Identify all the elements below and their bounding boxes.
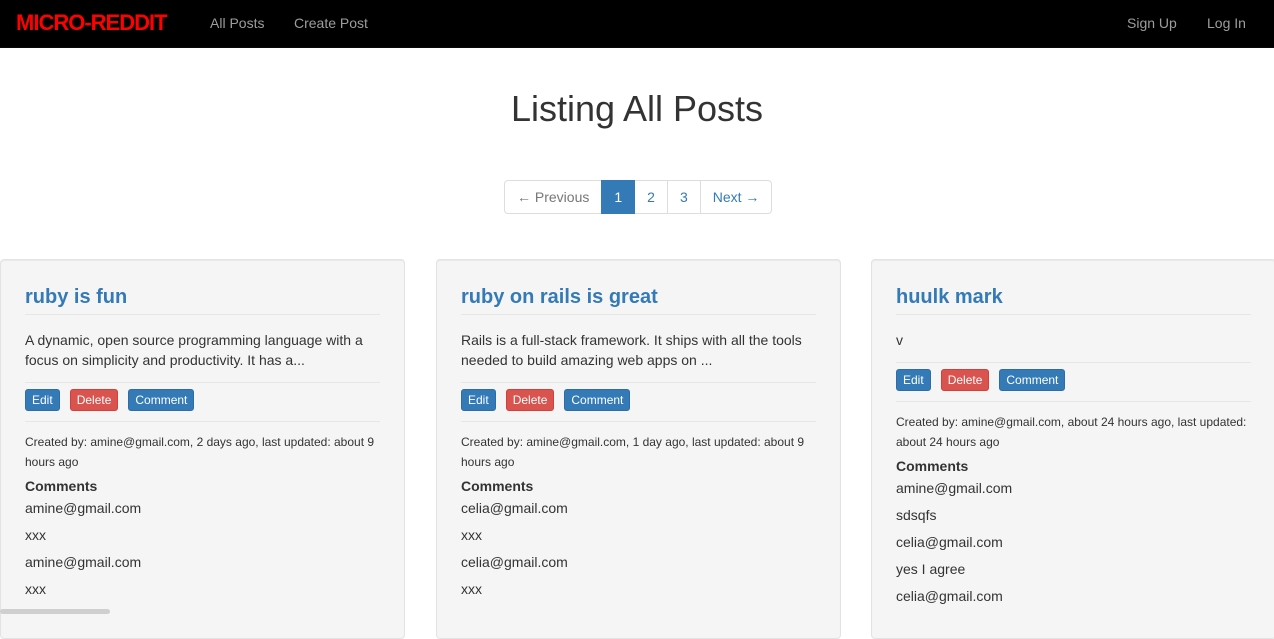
post-excerpt: v: [896, 330, 1251, 363]
comment-text: sdsqfs: [896, 507, 937, 523]
post-excerpt: Rails is a full-stack framework. It ship…: [461, 330, 816, 383]
post-actions: Edit Delete Comment: [461, 383, 816, 422]
pagination-page-3[interactable]: 3: [666, 180, 701, 214]
comment-author: amine@gmail.com: [896, 480, 1013, 496]
delete-button[interactable]: Delete: [940, 369, 990, 391]
edit-button[interactable]: Edit: [896, 369, 931, 391]
post-meta: Created by: amine@gmail.com, about 24 ho…: [896, 415, 1247, 449]
post-card-content: ruby is fun A dynamic, open source progr…: [25, 260, 380, 599]
comment-text: yes I agree: [896, 561, 966, 577]
delete-button[interactable]: Delete: [69, 389, 119, 411]
post-actions: Edit Delete Comment: [896, 363, 1251, 402]
comment-text: xxx: [25, 581, 46, 597]
comments-heading: Comments: [896, 458, 969, 474]
comment-button[interactable]: Comment: [128, 389, 195, 411]
comment-author: celia@gmail.com: [896, 588, 1003, 604]
post-title-link[interactable]: huulk mark: [896, 286, 1251, 315]
post-actions: Edit Delete Comment: [25, 383, 380, 422]
post-meta: Created by: amine@gmail.com, 2 days ago,…: [25, 435, 375, 469]
brand-logo-link[interactable]: MICRO-REDDIT: [16, 10, 168, 36]
post-excerpt: A dynamic, open source programming langu…: [25, 330, 380, 383]
pagination-page-1[interactable]: 1: [601, 180, 636, 214]
post-meta: Created by: amine@gmail.com, 1 day ago, …: [461, 435, 805, 469]
post-title-link[interactable]: ruby on rails is great: [461, 286, 816, 315]
edit-button[interactable]: Edit: [25, 389, 60, 411]
comment-author: celia@gmail.com: [896, 534, 1003, 550]
nav-all-posts-link[interactable]: All Posts: [210, 15, 264, 31]
comments-heading: Comments: [461, 478, 534, 494]
nav-sign-up-link[interactable]: Sign Up: [1127, 15, 1177, 31]
edit-button[interactable]: Edit: [461, 389, 496, 411]
horizontal-scrollbar-thumb[interactable]: [0, 609, 110, 614]
post-card-content: huulk mark v Edit Delete Comment Created…: [896, 260, 1251, 606]
comment-text: xxx: [461, 527, 482, 543]
page-title: Listing All Posts: [510, 88, 764, 129]
post-card: ruby on rails is great Rails is a full-s…: [436, 259, 841, 639]
post-card-content: ruby on rails is great Rails is a full-s…: [461, 260, 816, 599]
comment-author: celia@gmail.com: [461, 554, 568, 570]
pagination: ← Previous 1 2 3 Next →: [504, 180, 773, 214]
nav-create-post-link[interactable]: Create Post: [294, 15, 368, 31]
nav-log-in-link[interactable]: Log In: [1207, 15, 1246, 31]
pagination-next-link[interactable]: Next →: [699, 180, 773, 214]
pagination-previous-link[interactable]: ← Previous: [504, 180, 603, 214]
comment-text: xxx: [461, 581, 482, 597]
post-card: huulk mark v Edit Delete Comment Created…: [871, 259, 1274, 639]
comment-author: amine@gmail.com: [25, 500, 142, 516]
post-title-link[interactable]: ruby is fun: [25, 286, 380, 315]
post-card: ruby is fun A dynamic, open source progr…: [0, 259, 405, 639]
navbar: MICRO-REDDIT All Posts Create Post Sign …: [0, 0, 1274, 48]
comment-button[interactable]: Comment: [564, 389, 631, 411]
comment-text: xxx: [25, 527, 46, 543]
comments-heading: Comments: [25, 478, 98, 494]
comment-author: amine@gmail.com: [25, 554, 142, 570]
pagination-page-2[interactable]: 2: [634, 180, 668, 214]
comment-button[interactable]: Comment: [999, 369, 1066, 391]
comment-author: celia@gmail.com: [461, 500, 568, 516]
delete-button[interactable]: Delete: [505, 389, 555, 411]
